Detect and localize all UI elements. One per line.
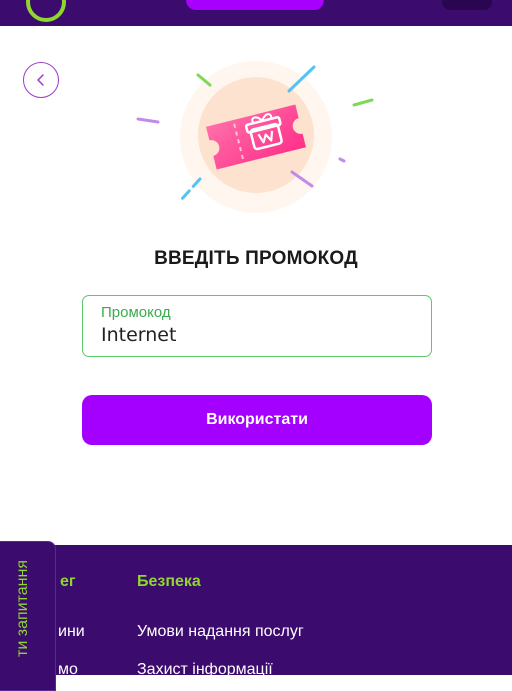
brand-logo[interactable] bbox=[26, 0, 66, 22]
footer-link-privacy[interactable]: Захист інформації bbox=[137, 661, 273, 679]
footer-link-terms[interactable]: Умови надання послуг bbox=[137, 623, 304, 641]
apply-promo-button[interactable]: Використати bbox=[82, 395, 432, 445]
ask-question-tab[interactable]: ти запитання bbox=[0, 541, 56, 691]
promo-code-field[interactable]: Промокод bbox=[82, 295, 432, 357]
footer-col2-heading: Безпека bbox=[137, 573, 201, 590]
footer-link[interactable]: мо bbox=[58, 661, 78, 679]
footer-col1-heading: ег bbox=[60, 573, 76, 590]
page-title: ВВЕДІТЬ ПРОМОКОД bbox=[154, 248, 358, 269]
top-navigation-bar bbox=[0, 0, 512, 26]
chevron-left-icon bbox=[37, 74, 44, 86]
promo-illustration bbox=[136, 61, 374, 213]
site-footer: ег ини мо Безпека Умови надання послуг З… bbox=[0, 545, 512, 678]
footer-link[interactable]: ини bbox=[58, 623, 85, 641]
ask-question-label: ти запитання bbox=[14, 560, 31, 657]
menu-button[interactable] bbox=[442, 0, 492, 10]
promo-code-input[interactable] bbox=[101, 322, 411, 348]
back-button[interactable] bbox=[23, 62, 59, 98]
top-action-button[interactable] bbox=[186, 0, 324, 10]
promo-code-label: Промокод bbox=[101, 304, 171, 321]
